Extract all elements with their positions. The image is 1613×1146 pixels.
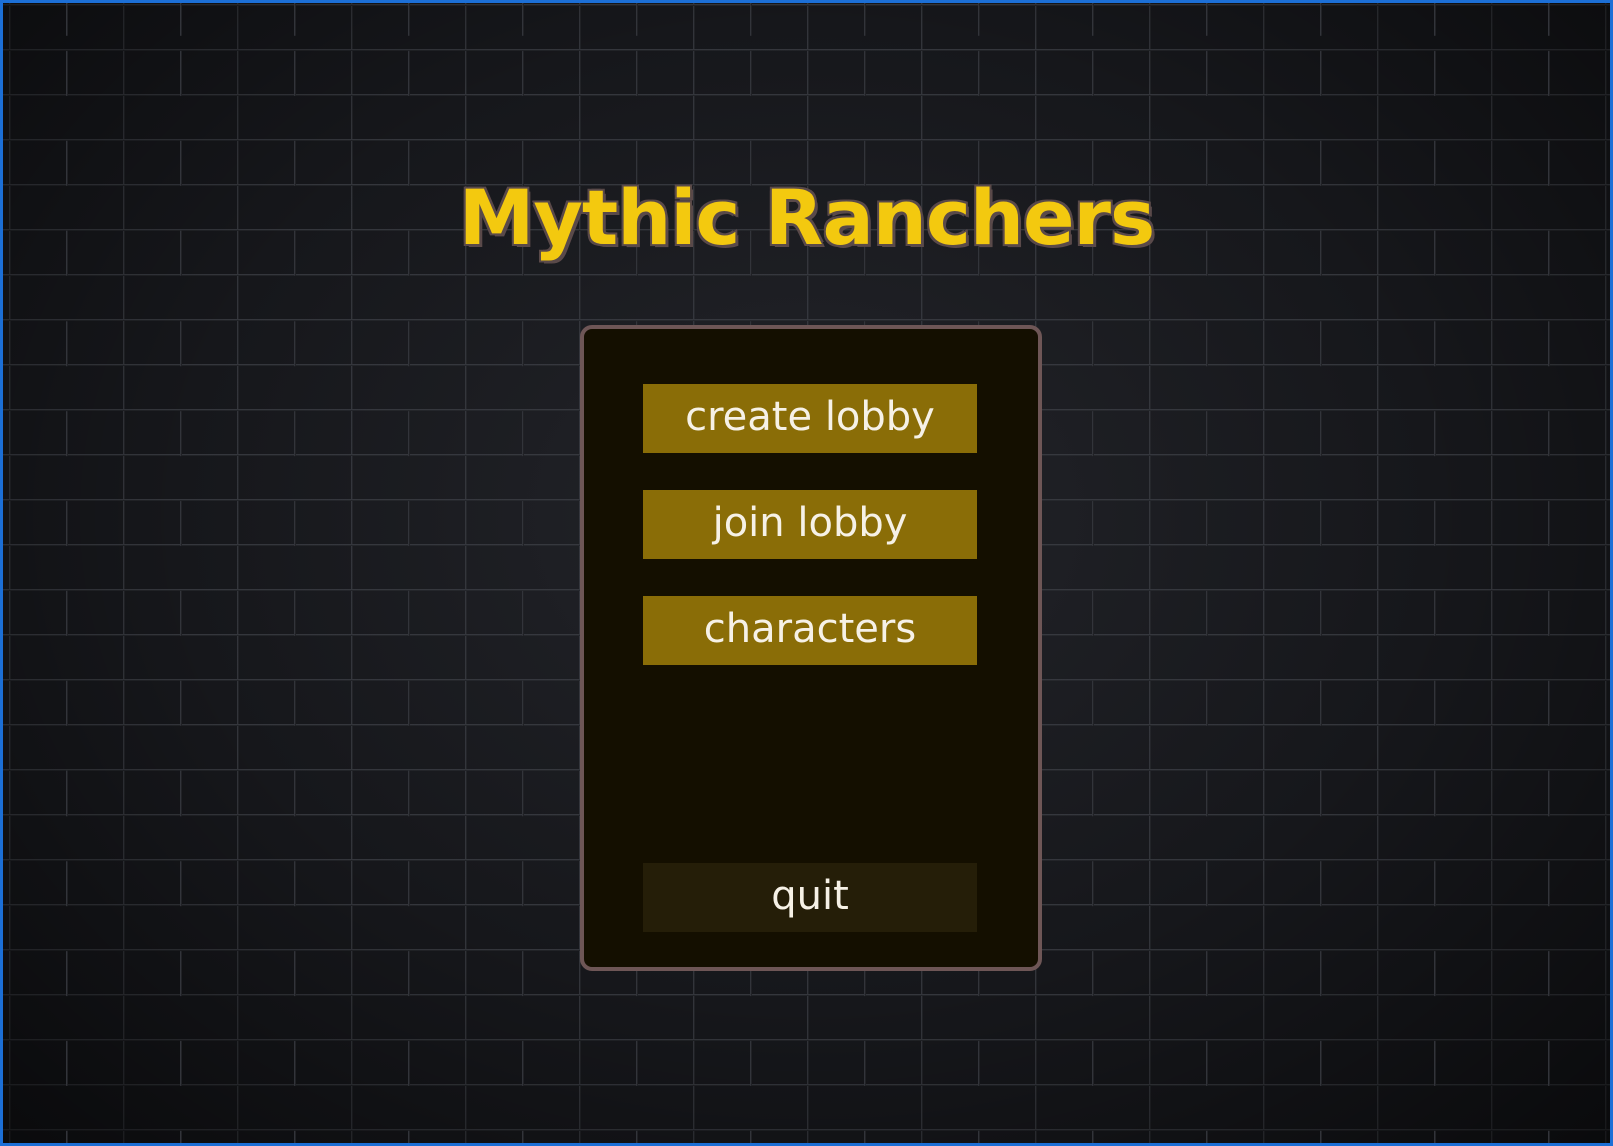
game-main-menu-screen: Mythic Ranchers create lobby join lobby … <box>0 0 1613 1146</box>
create-lobby-button[interactable]: create lobby <box>643 384 977 453</box>
join-lobby-button[interactable]: join lobby <box>643 490 977 559</box>
quit-button[interactable]: quit <box>643 863 977 932</box>
main-menu-panel: create lobby join lobby characters quit <box>580 325 1042 971</box>
game-title: Mythic Ranchers <box>457 172 1157 264</box>
characters-button[interactable]: characters <box>643 596 977 665</box>
